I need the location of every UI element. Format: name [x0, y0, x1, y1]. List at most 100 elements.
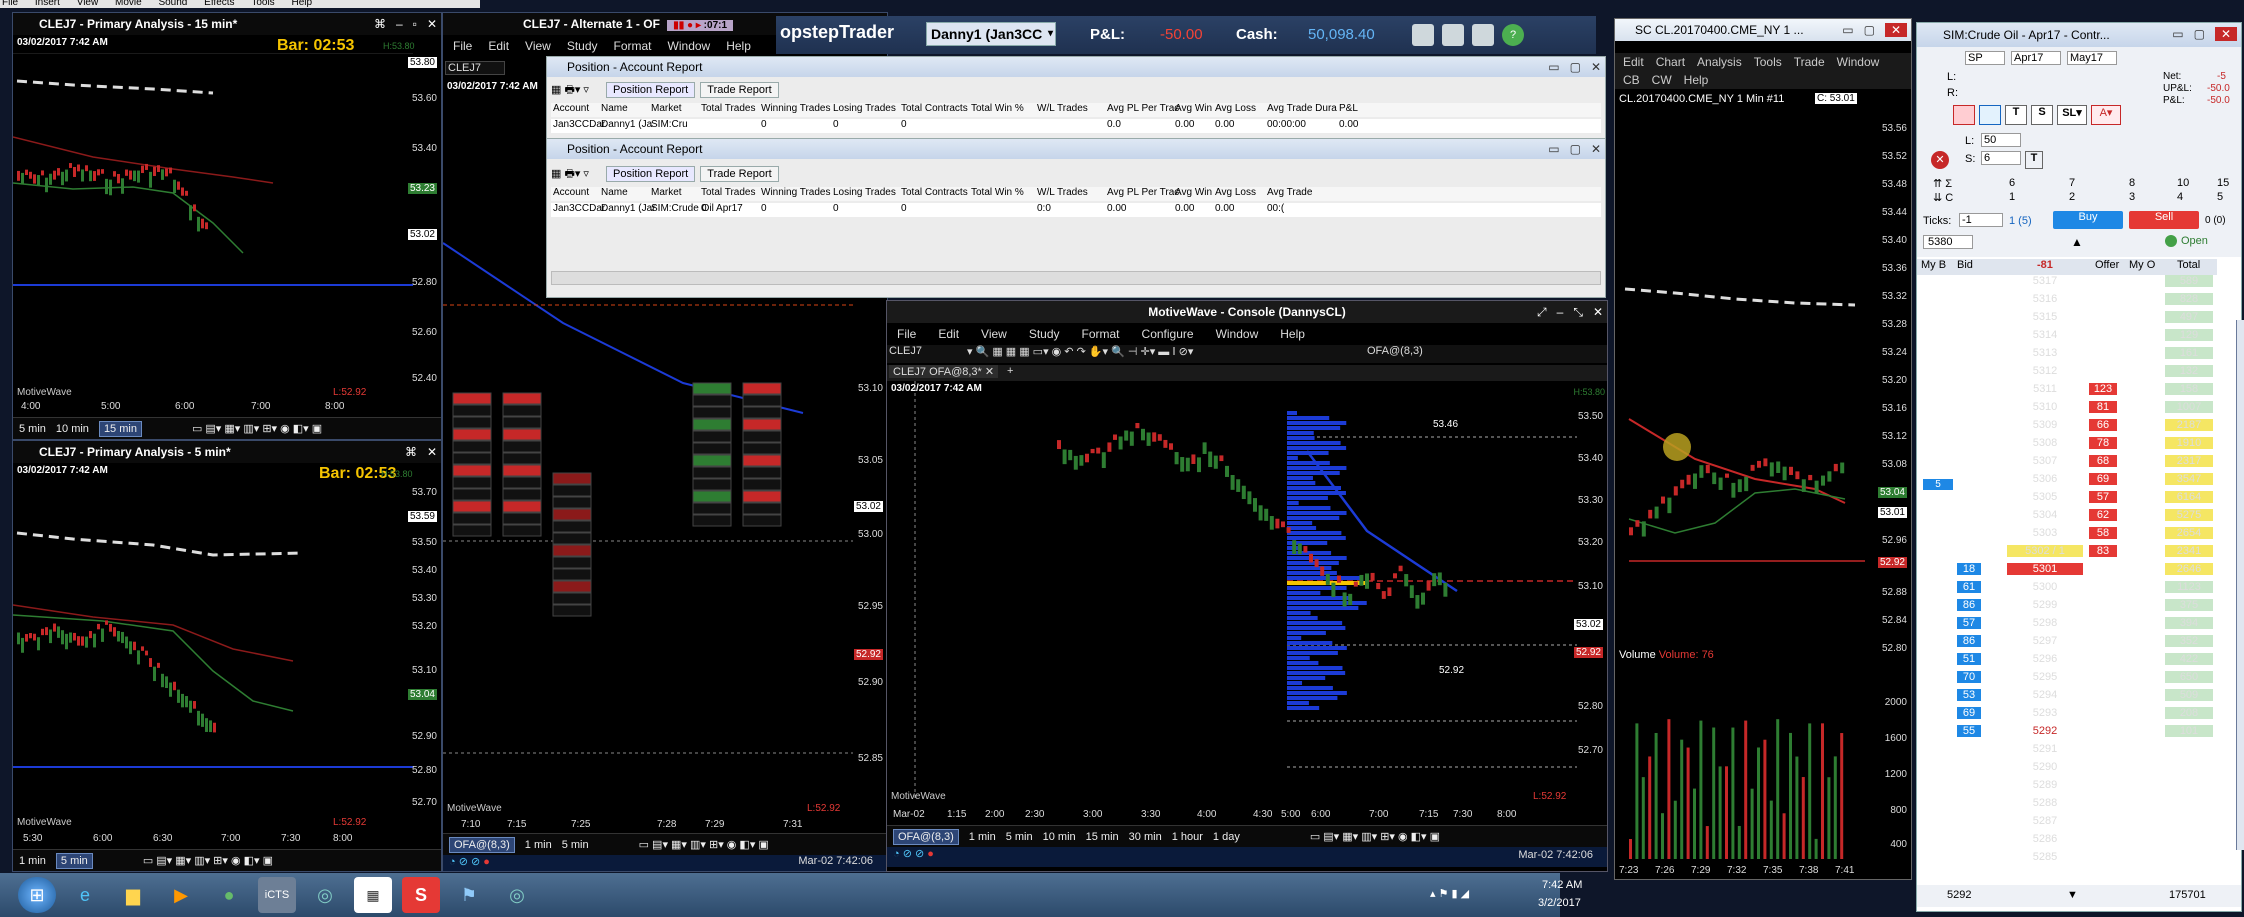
ladder-row[interactable]: 5312 132: [1917, 365, 2217, 380]
ladder-row[interactable]: 5286: [1917, 833, 2217, 848]
tf-1min[interactable]: 1 min: [19, 855, 46, 867]
maximize-icon[interactable]: ▢: [2194, 27, 2205, 41]
ladder-row[interactable]: 5287: [1917, 815, 2217, 830]
ladder-bid[interactable]: 86: [1957, 635, 1981, 647]
adjust-icon[interactable]: A▾: [2091, 105, 2121, 125]
ladder-price[interactable]: 5288: [2007, 797, 2083, 809]
console-symbol[interactable]: CLEJ7: [889, 345, 922, 357]
tray-icons[interactable]: ▴ ⚑ ▮ ◢: [1430, 887, 1469, 900]
tf-10min[interactable]: 10 min: [1043, 831, 1076, 843]
ladder-bid[interactable]: 86: [1957, 599, 1981, 611]
ladder-bid[interactable]: 53: [1957, 689, 1981, 701]
ladder-row[interactable]: 5289: [1917, 779, 2217, 794]
ladder-row[interactable]: 5315 497: [1917, 311, 2217, 326]
alt-menu-file[interactable]: File: [453, 39, 472, 53]
ladder-row[interactable]: 5317 589: [1917, 275, 2217, 290]
ladder-row[interactable]: 5306 69 3547: [1917, 473, 2217, 488]
ladder-row[interactable]: 5313 161: [1917, 347, 2217, 362]
ladder-price[interactable]: 5308: [2007, 437, 2083, 449]
ladder-price[interactable]: 5290: [2007, 761, 2083, 773]
connection-icons[interactable]: ◔ ⊘ ⊘ ●: [893, 847, 934, 860]
minimize-icon[interactable]: ▭: [1548, 60, 1559, 74]
report-toolbar-icons[interactable]: ▦ 🖶▾ ▿: [551, 168, 589, 180]
qty-preset[interactable]: 1: [2009, 191, 2015, 203]
sierra-plot[interactable]: [1615, 109, 1865, 669]
ladder-price[interactable]: 5295: [2007, 671, 2083, 683]
qty-preset[interactable]: 7: [2069, 177, 2075, 189]
ladder-row[interactable]: 5300 61 1123: [1917, 581, 2217, 596]
console-menu-file[interactable]: File: [897, 327, 916, 341]
close-icon[interactable]: ✕: [1591, 142, 1601, 156]
tf-1hour[interactable]: 1 hour: [1172, 831, 1203, 843]
ladder-row[interactable]: 5291: [1917, 743, 2217, 758]
pin-icon[interactable]: ⌘: [405, 445, 417, 459]
tf-1min[interactable]: 1 min: [525, 839, 552, 851]
scroll-up-icon[interactable]: ▲: [2071, 235, 2083, 249]
ladder-price[interactable]: 5303: [2007, 527, 2083, 539]
report-toolbar-icons[interactable]: ▦ 🖶▾ ▿: [551, 84, 589, 96]
app-swirl-icon[interactable]: ◎: [306, 877, 344, 913]
tf-5min[interactable]: 5 min: [19, 423, 46, 435]
minimize-icon[interactable]: –: [396, 17, 403, 31]
s-button[interactable]: S: [2031, 105, 2053, 125]
chart-5min-titlebar[interactable]: CLEJ7 - Primary Analysis - 5 min*: [13, 441, 441, 463]
dom-ladder[interactable]: 5317 589 5316 828 5315 497 5314 129 5313 161 5312 1…: [1917, 275, 2217, 895]
ladder-price[interactable]: 5304: [2007, 509, 2083, 521]
ladder-offer[interactable]: 78: [2089, 437, 2117, 449]
t-qty-button[interactable]: T: [2025, 151, 2043, 169]
ticks-input[interactable]: -1: [1959, 213, 2003, 227]
menu-tools[interactable]: Tools: [251, 0, 274, 8]
maximize-icon[interactable]: ⤡: [1573, 305, 1583, 320]
ladder-price[interactable]: 5299: [2007, 599, 2083, 611]
app-swirl-2-icon[interactable]: ◎: [498, 877, 536, 913]
chart-icon[interactable]: [1412, 24, 1434, 46]
maximize-icon[interactable]: ▫: [413, 17, 417, 31]
toolbar-icons[interactable]: ▭ ▤▾ ▦▾ ▥▾ ⊞▾ ◉ ◧▾ ▣: [639, 838, 769, 851]
media-icon[interactable]: ▶: [162, 877, 200, 913]
dom-contract-1[interactable]: Apr17: [2011, 51, 2061, 65]
qty-preset[interactable]: 3: [2129, 191, 2135, 203]
ie-icon[interactable]: e: [66, 877, 104, 913]
ladder-price[interactable]: 5316: [2007, 293, 2083, 305]
print-icon[interactable]: [1442, 24, 1464, 46]
ladder-row[interactable]: 5307 68 2317: [1917, 455, 2217, 470]
s-qty-input[interactable]: 6: [1981, 151, 2021, 165]
fullscreen-icon[interactable]: ⤢: [1537, 305, 1547, 320]
close-icon[interactable]: ✕: [1591, 60, 1601, 74]
minimize-icon[interactable]: ▭: [1842, 23, 1853, 37]
console-study-selector[interactable]: OFA@(8,3): [1367, 345, 1423, 357]
pin-icon[interactable]: ⌘: [374, 17, 386, 31]
ladder-row[interactable]: 5311 123 158: [1917, 383, 2217, 398]
console-menu-study[interactable]: Study: [1029, 327, 1060, 341]
report-2-row[interactable]: Jan3CCDar Danny1 (Jar SIM:Crude Oil Apr17 0…: [551, 203, 1601, 217]
sell-button[interactable]: Sell: [2129, 211, 2199, 229]
ladder-bid[interactable]: 18: [1957, 563, 1981, 575]
ladder-row[interactable]: 5295 70 650: [1917, 671, 2217, 686]
tf-5min[interactable]: 5 min: [1006, 831, 1033, 843]
scroll-down-icon[interactable]: ▼: [2067, 889, 2078, 901]
menu-movie[interactable]: Movie: [115, 0, 142, 8]
ladder-price[interactable]: 5293: [2007, 707, 2083, 719]
tf-15min[interactable]: 15 min: [1086, 831, 1119, 843]
recording-controls[interactable]: ▮▮ ● ▸ :07:1: [667, 20, 734, 31]
toolbar-icons[interactable]: ▭ ▤▾ ▦▾ ▥▾ ⊞▾ ◉ ◧▾ ▣: [143, 854, 273, 867]
position-report-2-titlebar[interactable]: Position - Account Report: [547, 139, 1605, 159]
minimize-icon[interactable]: ▭: [2172, 27, 2183, 41]
ladder-price[interactable]: 5289: [2007, 779, 2083, 791]
flag-app-icon[interactable]: ⚑: [450, 877, 488, 913]
console-menu-window[interactable]: Window: [1216, 327, 1259, 341]
save-icon[interactable]: [1472, 24, 1494, 46]
sc-menu-help[interactable]: Help: [1684, 73, 1709, 87]
dom-contract-2[interactable]: May17: [2067, 51, 2117, 65]
tab-position-report[interactable]: Position Report: [606, 166, 696, 182]
ladder-row[interactable]: 5299 86 375: [1917, 599, 2217, 614]
ladder-row[interactable]: 5302 / 1 83 2341: [1917, 545, 2217, 560]
ladder-bid[interactable]: 69: [1957, 707, 1981, 719]
horizontal-scrollbar[interactable]: [551, 271, 1601, 285]
ladder-bid[interactable]: 51: [1957, 653, 1981, 665]
tf-5min[interactable]: 5 min: [562, 839, 589, 851]
ladder-offer[interactable]: 83: [2089, 545, 2117, 557]
l-qty-input[interactable]: 50: [1981, 133, 2021, 147]
ladder-price[interactable]: 5305: [2007, 491, 2083, 503]
ladder-row[interactable]: 5288: [1917, 797, 2217, 812]
